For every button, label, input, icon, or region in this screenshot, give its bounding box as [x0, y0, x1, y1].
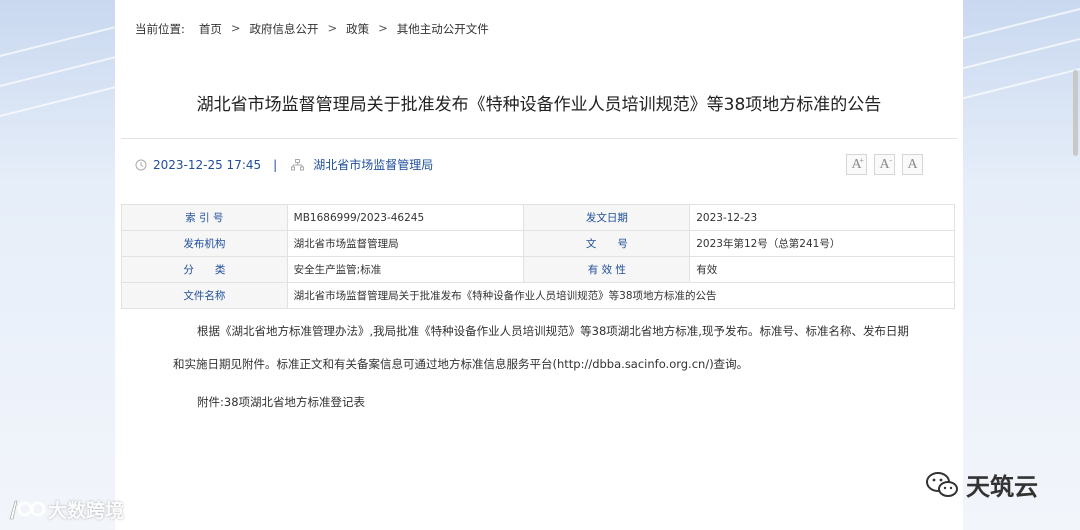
breadcrumb-prefix: 当前位置: [135, 22, 185, 36]
breadcrumb-other-files[interactable]: 其他主动公开文件 [397, 21, 489, 37]
breadcrumb: 当前位置: 首页 > 政府信息公开 > 政策 > 其他主动公开文件 [135, 21, 489, 37]
watermark-right: 天筑云 [924, 467, 1038, 502]
table-row: 文件名称 湖北省市场监督管理局关于批准发布《特种设备作业人员培训规范》等38项地… [121, 282, 956, 309]
font-decrease-button[interactable]: A- [874, 154, 895, 175]
font-size-controls: A + A- A [846, 154, 923, 175]
table-row: 发布机构 湖北省市场监督管理局 文 号 2023年第12号（总第241号） [121, 230, 955, 257]
article-meta: 2023-12-25 17:45 | 湖北省市场监督管理局 [135, 156, 433, 173]
breadcrumb-separator: > [327, 21, 338, 35]
background-right [962, 0, 1080, 530]
table-value: 湖北省市场监督管理局关于批准发布《特种设备作业人员培训规范》等38项地方标准的公… [286, 282, 956, 309]
table-value: 2023-12-23 [689, 204, 955, 231]
organization-icon [291, 158, 305, 170]
table-key: 有 效 性 [523, 256, 691, 283]
publish-datetime: 2023-12-25 17:45 [153, 157, 262, 172]
breadcrumb-home[interactable]: 首页 [199, 21, 222, 37]
table-row: 索 引 号 MB1686999/2023-46245 发文日期 2023-12-… [121, 204, 955, 231]
wechat-icon [926, 471, 958, 497]
scrollbar-thumb[interactable] [1073, 70, 1078, 156]
table-value: MB1686999/2023-46245 [286, 204, 525, 231]
table-key: 文件名称 [121, 282, 288, 309]
font-increase-button[interactable]: A + [846, 154, 867, 175]
content-paragraph: 根据《湖北省地方标准管理办法》,我局批准《特种设备作业人员培训规范》等38项湖北… [197, 324, 909, 338]
table-row: 分 类 安全生产监管;标准 有 效 性 有效 [121, 256, 955, 283]
title-divider [121, 138, 957, 139]
watermark-right-text: 天筑云 [966, 473, 1038, 501]
table-key: 分 类 [121, 256, 288, 283]
table-value: 有效 [689, 256, 955, 283]
meta-divider: | [273, 157, 278, 172]
watermark-left-text: 大数跨境 [48, 500, 125, 522]
table-key: 索 引 号 [121, 204, 288, 231]
article-page: 当前位置: 首页 > 政府信息公开 > 政策 > 其他主动公开文件 湖北省市场监… [115, 0, 963, 530]
breadcrumb-separator: > [230, 21, 241, 35]
table-value: 湖北省市场监督管理局 [286, 230, 525, 257]
table-value: 2023年第12号（总第241号） [689, 230, 955, 257]
clock-icon [135, 159, 147, 170]
content-paragraph: 和实施日期见附件。标准正文和有关备案信息可通过地方标准信息服务平台(http:/… [173, 357, 749, 371]
font-reset-button[interactable]: A [902, 154, 923, 175]
document-info-table: 索 引 号 MB1686999/2023-46245 发文日期 2023-12-… [121, 204, 956, 309]
article-title: 湖北省市场监督管理局关于批准发布《特种设备作业人员培训规范》等38项地方标准的公… [196, 95, 882, 115]
attachment-link[interactable]: 附件:38项湖北省地方标准登记表 [197, 394, 937, 410]
background-left [0, 0, 115, 530]
table-key: 发文日期 [523, 204, 691, 231]
breadcrumb-policy[interactable]: 政策 [346, 21, 369, 37]
breadcrumb-separator: > [378, 21, 388, 35]
publisher-name: 湖北省市场监督管理局 [313, 158, 434, 172]
table-key: 文 号 [523, 230, 691, 257]
breadcrumb-gov-info[interactable]: 政府信息公开 [250, 21, 319, 37]
table-key: 发布机构 [121, 230, 288, 257]
watermark-left: 大数跨境 [6, 496, 124, 523]
table-value: 安全生产监管;标准 [286, 256, 525, 283]
watermark-logo-icon [9, 500, 46, 519]
